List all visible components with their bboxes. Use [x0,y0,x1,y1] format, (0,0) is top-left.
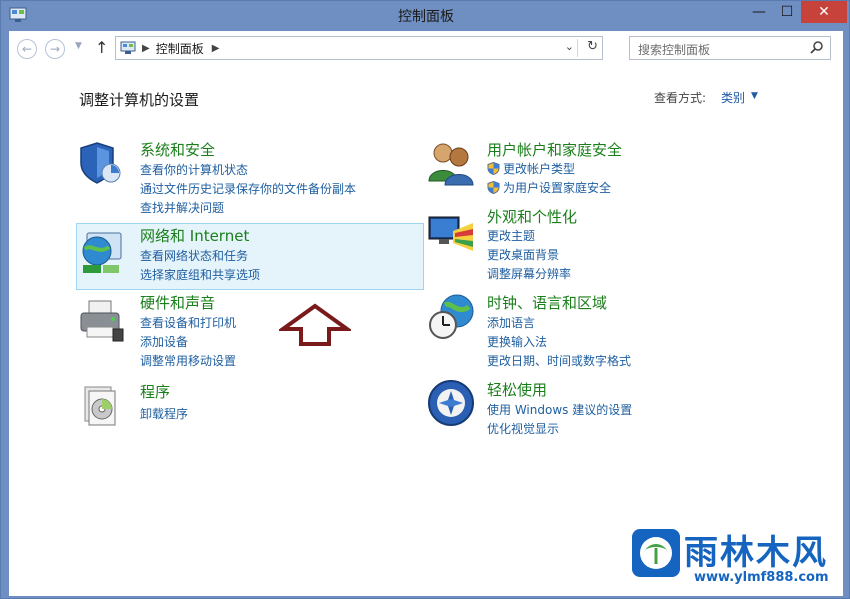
category-hardware-sound[interactable]: 硬件和声音 [140,292,215,313]
divider [577,39,578,57]
control-panel-window: 控制面板 — ☐ ✕ ← → ▼ ↑ ▶ 控制面板 ▶ ⌄ ↻ 搜索控制面板 调… [0,0,850,599]
chevron-right-icon[interactable]: ▶ [212,43,220,54]
annotation-arrow-up-icon [279,303,351,346]
title-bar[interactable]: 控制面板 — ☐ ✕ [1,1,850,31]
view-by-dropdown[interactable]: 类别 [721,89,745,106]
link-change-theme[interactable]: 更改主题 [487,227,535,244]
category-user-accounts[interactable]: 用户帐户和家庭安全 [487,139,622,160]
page-title: 调整计算机的设置 [79,91,200,109]
view-by-label: 查看方式: [654,91,707,105]
uac-shield-icon [487,181,500,194]
link-change-input-method[interactable]: 更换输入法 [487,333,547,350]
ease-of-access-icon[interactable] [427,379,475,427]
search-input[interactable]: 搜索控制面板 [629,36,831,60]
link-add-language[interactable]: 添加语言 [487,314,535,331]
link-desktop-background[interactable]: 更改桌面背景 [487,246,559,263]
link-troubleshoot[interactable]: 查找并解决问题 [140,199,224,216]
link-screen-resolution[interactable]: 调整屏幕分辨率 [487,265,571,282]
programs-icon[interactable] [77,381,125,429]
user-accounts-icon[interactable] [427,139,475,187]
close-button[interactable]: ✕ [801,1,847,23]
chevron-right-icon[interactable]: ▶ [142,43,150,54]
control-panel-icon [120,41,136,54]
link-devices-printers[interactable]: 查看设备和打印机 [140,314,236,331]
search-icon[interactable] [810,40,824,54]
category-network-internet[interactable]: 网络和 Internet [140,225,249,246]
chevron-down-icon[interactable]: ▼ [751,91,758,101]
security-shield-icon[interactable] [77,139,125,187]
link-label[interactable]: 为用户设置家庭安全 [503,181,611,195]
search-placeholder: 搜索控制面板 [638,43,711,57]
watermark-title: 雨林木风 [684,533,828,573]
minimize-button[interactable]: — [745,1,773,23]
watermark: 雨林木风 www.ylmf888.com [624,520,844,594]
appearance-icon[interactable] [427,211,475,259]
link-label[interactable]: 更改帐户类型 [503,162,575,176]
link-file-history-backup[interactable]: 通过文件历史记录保存你的文件备份副本 [140,180,356,197]
category-appearance[interactable]: 外观和个性化 [487,206,577,227]
forward-button[interactable]: → [45,39,65,59]
link-network-status[interactable]: 查看网络状态和任务 [140,247,248,264]
link-family-safety[interactable]: 为用户设置家庭安全 [487,179,611,196]
maximize-button[interactable]: ☐ [773,1,801,23]
uac-shield-icon [487,162,500,175]
category-programs[interactable]: 程序 [140,381,170,402]
refresh-button[interactable]: ↻ [587,39,598,54]
link-view-computer-status[interactable]: 查看你的计算机状态 [140,161,248,178]
link-add-device[interactable]: 添加设备 [140,333,188,350]
link-optimize-visual[interactable]: 优化视觉显示 [487,420,559,437]
address-bar[interactable]: ▶ 控制面板 ▶ ⌄ ↻ [115,36,603,60]
main-content: 调整计算机的设置 查看方式: 类别 ▼ 系统和安全 查看你的计算机状态 通过文件… [9,63,843,596]
chevron-down-icon[interactable]: ⌄ [565,40,574,53]
category-clock-language-region[interactable]: 时钟、语言和区域 [487,292,607,313]
link-change-account-type[interactable]: 更改帐户类型 [487,160,575,177]
window-title: 控制面板 [398,9,454,25]
category-system-security[interactable]: 系统和安全 [140,139,215,160]
up-button[interactable]: ↑ [95,38,108,57]
link-windows-recommended[interactable]: 使用 Windows 建议的设置 [487,401,632,418]
breadcrumb[interactable]: 控制面板 [156,40,204,57]
link-uninstall-program[interactable]: 卸载程序 [140,405,188,422]
navigation-bar: ← → ▼ ↑ ▶ 控制面板 ▶ ⌄ ↻ 搜索控制面板 [9,31,843,63]
watermark-logo-icon [632,529,680,577]
clock-globe-icon[interactable] [427,293,475,341]
link-mobility-settings[interactable]: 调整常用移动设置 [140,352,236,369]
category-ease-of-access[interactable]: 轻松使用 [487,379,547,400]
printer-icon[interactable] [77,297,125,345]
link-homegroup-sharing[interactable]: 选择家庭组和共享选项 [140,266,260,283]
back-button[interactable]: ← [17,39,37,59]
recent-locations-dropdown[interactable]: ▼ [75,41,82,51]
link-date-time-format[interactable]: 更改日期、时间或数字格式 [487,352,631,369]
watermark-url: www.ylmf888.com [694,570,829,585]
network-globe-icon[interactable] [77,229,125,277]
